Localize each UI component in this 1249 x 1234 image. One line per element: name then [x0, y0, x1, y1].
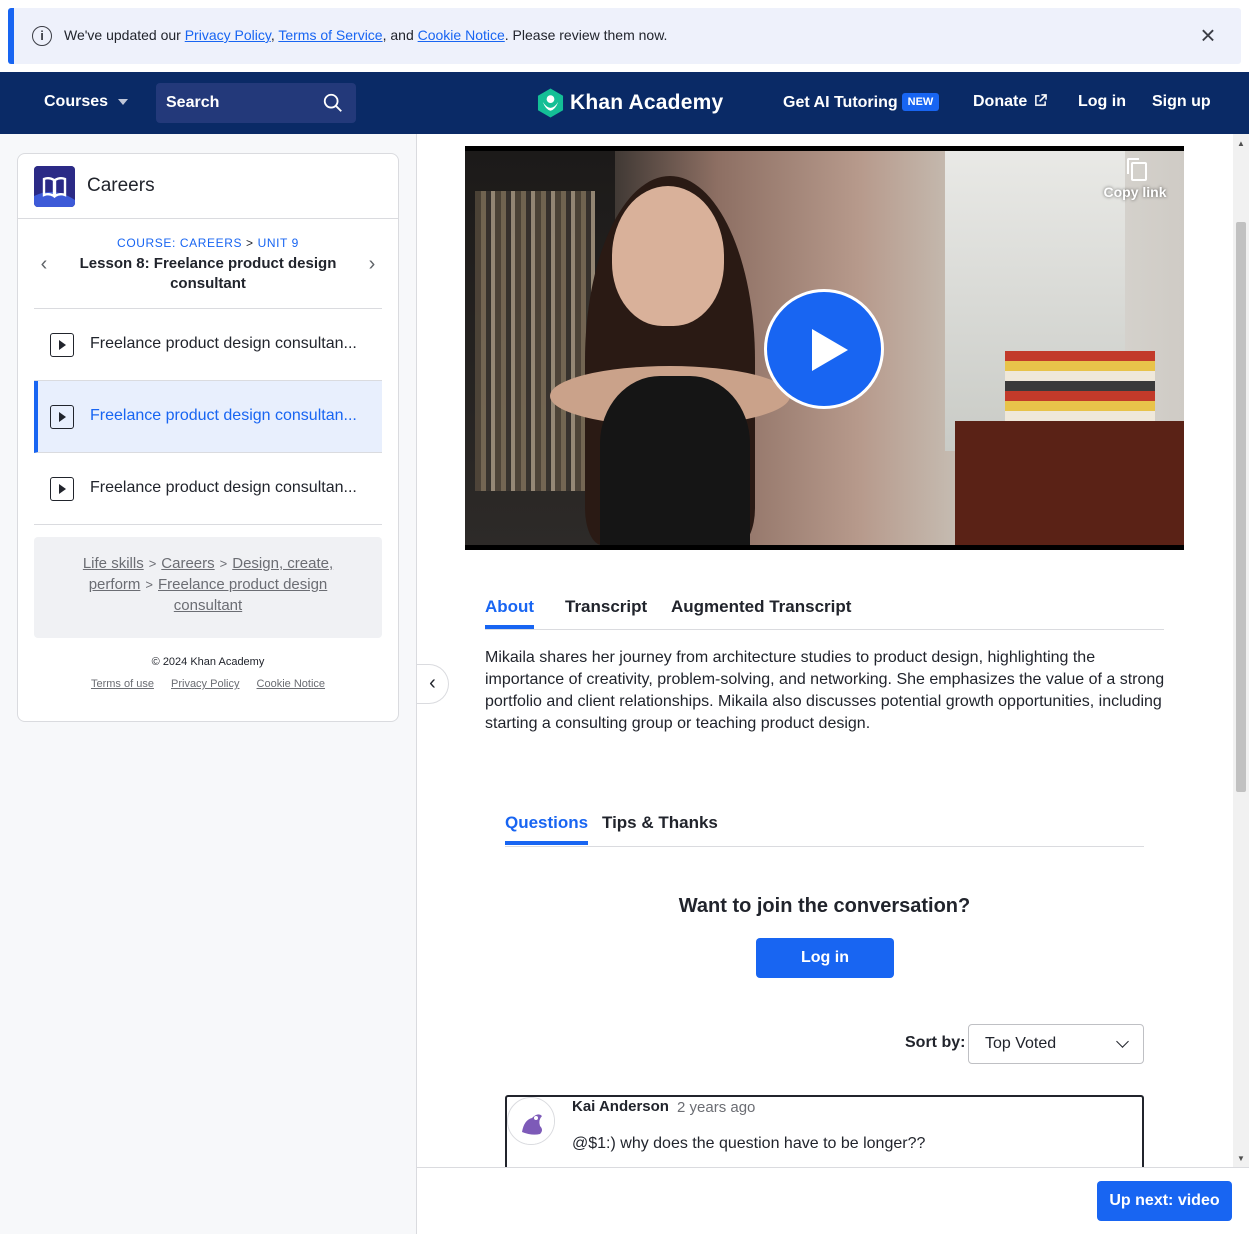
side-table	[955, 421, 1184, 545]
book-stack	[1005, 351, 1155, 421]
speaker-top	[600, 376, 750, 545]
content-tabs: About Transcript Augmented Transcript	[485, 590, 1164, 630]
scroll-down-arrow-icon[interactable]: ▼	[1235, 1153, 1247, 1165]
scrollbar-thumb[interactable]	[1236, 222, 1246, 792]
caret-down-icon	[118, 98, 129, 105]
comment-timestamp: 2 years ago	[677, 1099, 756, 1116]
cookie-notice-link[interactable]: Cookie Notice	[418, 27, 505, 43]
question-comment: Kai Anderson 2 years ago @$1:) why does …	[505, 1095, 1144, 1175]
careers-course-icon	[34, 166, 75, 207]
banner-and: , and	[382, 27, 414, 43]
video-player[interactable]: Copy link	[465, 146, 1184, 550]
brand-name: Khan Academy	[570, 91, 724, 114]
video-description: Mikaila shares her journey from architec…	[485, 649, 1165, 732]
copy-icon	[1127, 158, 1147, 181]
crumb-separator: >	[246, 236, 254, 250]
next-lesson-chevron-icon[interactable]: ›	[362, 254, 382, 274]
play-button[interactable]	[764, 289, 884, 409]
previous-lesson-chevron-icon[interactable]: ‹	[34, 254, 54, 274]
donate-link[interactable]: Donate	[973, 93, 1047, 111]
ai-tutoring-link[interactable]: Get AI Tutoring NEW	[783, 93, 940, 112]
avatar[interactable]	[507, 1097, 555, 1145]
copyright: © 2024 Khan Academy	[151, 656, 265, 668]
info-icon: i	[32, 26, 52, 46]
search-icon	[323, 93, 342, 112]
discussion-tabs: Questions Tips & Thanks	[505, 806, 1144, 847]
lesson-item-label: Freelance product design consultan...	[90, 407, 357, 424]
tab-augmented-transcript[interactable]: Augmented Transcript	[671, 597, 851, 617]
khan-logo-icon	[537, 88, 564, 118]
lesson-item-active[interactable]: Freelance product design consultan...	[34, 381, 382, 453]
play-video-icon	[50, 405, 74, 429]
new-badge: NEW	[901, 93, 940, 111]
copy-link-label: Copy link	[1103, 184, 1167, 200]
lesson-item[interactable]: Freelance product design consultan...	[34, 453, 382, 525]
course-unit-breadcrumb: COURSE: CAREERS > UNIT 9	[18, 236, 398, 250]
play-video-icon	[50, 333, 74, 357]
signup-link[interactable]: Sign up	[1152, 93, 1211, 111]
collapse-sidebar-chevron-icon[interactable]: ‹	[417, 664, 449, 704]
up-next-button[interactable]: Up next: video	[1097, 1181, 1232, 1221]
breadcrumb-separator: >	[219, 556, 228, 571]
speaker-face	[612, 186, 724, 326]
sort-value: Top Voted	[985, 1035, 1057, 1052]
privacy-policy-link[interactable]: Privacy Policy	[185, 27, 271, 43]
ai-tutoring-label: Get AI Tutoring	[783, 94, 898, 111]
top-navigation: Courses Search Khan Academy Get AI Tutor…	[0, 72, 1249, 134]
lesson-item[interactable]: Freelance product design consultan...	[34, 309, 382, 381]
comment-author[interactable]: Kai Anderson	[572, 1098, 669, 1115]
khan-academy-logo[interactable]: Khan Academy	[537, 87, 723, 119]
donate-label: Donate	[973, 93, 1028, 110]
search-label: Search	[166, 94, 220, 111]
lesson-title: Lesson 8: Freelance product design consu…	[79, 255, 337, 292]
breadcrumb-separator: >	[145, 577, 153, 592]
scroll-up-arrow-icon[interactable]: ▲	[1235, 138, 1247, 150]
tab-about[interactable]: About	[485, 597, 535, 629]
sort-select[interactable]: Top Voted	[968, 1024, 1144, 1064]
copy-link-button[interactable]: Copy link	[1103, 158, 1167, 200]
policy-banner: i We've updated our Privacy Policy, Term…	[8, 8, 1241, 64]
join-login-button[interactable]: Log in	[756, 938, 894, 978]
cookie-notice-footer-link[interactable]: Cookie Notice	[257, 678, 325, 690]
terms-of-use-link[interactable]: Terms of use	[91, 678, 154, 690]
speaker	[540, 176, 800, 545]
search-button[interactable]: Search	[156, 83, 356, 123]
courses-menu-button[interactable]: Courses	[44, 93, 129, 111]
divider	[18, 218, 398, 219]
external-link-icon	[1034, 94, 1047, 106]
banner-comma: ,	[270, 27, 275, 43]
lesson-item-label: Freelance product design consultan...	[90, 479, 357, 496]
privacy-policy-footer-link[interactable]: Privacy Policy	[171, 678, 239, 690]
tab-transcript[interactable]: Transcript	[565, 597, 647, 617]
lesson-item-label: Freelance product design consultan...	[90, 335, 357, 352]
comment-text: @$1:) why does the question have to be l…	[572, 1135, 926, 1152]
join-conversation-heading: Want to join the conversation?	[678, 895, 971, 917]
unit-crumb-link[interactable]: UNIT 9	[258, 236, 299, 250]
footer-links: Terms of use Privacy Policy Cookie Notic…	[18, 678, 398, 690]
banner-message: We've updated our Privacy Policy, Terms …	[64, 27, 667, 43]
banner-suffix: . Please review them now.	[504, 27, 668, 43]
terms-of-service-link[interactable]: Terms of Service	[278, 27, 382, 43]
sort-label: Sort by:	[905, 1034, 966, 1051]
bottom-breadcrumb: Life skills > Careers > Design, create, perf…	[34, 537, 382, 638]
login-link[interactable]: Log in	[1078, 93, 1126, 111]
breadcrumb-freelance[interactable]: Freelance product design consultant	[158, 576, 327, 614]
breadcrumb-life-skills[interactable]: Life skills	[83, 555, 144, 572]
course-title: Careers	[87, 175, 155, 196]
breadcrumb-careers[interactable]: Careers	[161, 555, 214, 572]
chevron-down-icon	[1116, 1035, 1129, 1048]
banner-prefix: We've updated our	[64, 27, 181, 43]
breadcrumb-separator: >	[148, 556, 157, 571]
courses-label: Courses	[44, 93, 109, 110]
tab-questions[interactable]: Questions	[505, 813, 589, 845]
play-video-icon	[50, 477, 74, 501]
course-crumb-link[interactable]: COURSE: CAREERS	[117, 236, 242, 250]
tab-tips-thanks[interactable]: Tips & Thanks	[602, 813, 718, 833]
lesson-sidebar: Careers COURSE: CAREERS > UNIT 9 ‹ Lesso…	[17, 153, 399, 722]
close-icon[interactable]: ×	[1195, 22, 1221, 48]
